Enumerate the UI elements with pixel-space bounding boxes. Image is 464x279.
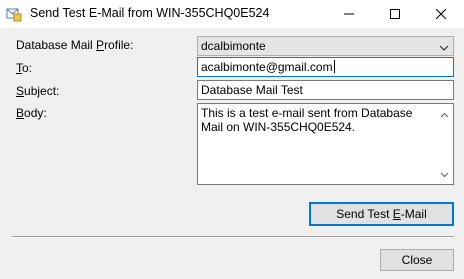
subject-value: Database Mail Test bbox=[201, 83, 303, 97]
scroll-down-icon[interactable] bbox=[440, 167, 449, 181]
app-mail-icon bbox=[6, 6, 22, 22]
body-value: This is a test e-mail sent from Database… bbox=[201, 106, 413, 134]
profile-label: Database Mail Profile: bbox=[16, 38, 134, 52]
title-bar: Send Test E-Mail from WIN-355CHQ0E524 bbox=[0, 0, 464, 28]
to-field[interactable]: acalbimonte@gmail.com bbox=[197, 57, 454, 77]
subject-field[interactable]: Database Mail Test bbox=[197, 80, 454, 100]
close-window-button[interactable] bbox=[418, 0, 464, 28]
subject-label: Subject: bbox=[16, 84, 60, 98]
to-value: acalbimonte@gmail.com bbox=[201, 60, 333, 74]
text-caret bbox=[333, 60, 335, 73]
profile-select[interactable]: dcalbimonte bbox=[197, 36, 454, 56]
body-textarea[interactable]: This is a test e-mail sent from Database… bbox=[197, 103, 454, 185]
scroll-up-icon[interactable] bbox=[440, 107, 449, 121]
close-button[interactable]: Close bbox=[380, 249, 454, 271]
send-test-email-button[interactable]: Send Test E-Mail bbox=[309, 202, 454, 226]
close-icon bbox=[436, 9, 446, 19]
to-label: To: bbox=[16, 61, 33, 75]
maximize-icon bbox=[390, 9, 400, 19]
body-label: Body: bbox=[16, 106, 47, 120]
minimize-button[interactable] bbox=[326, 0, 372, 28]
send-test-email-dialog: Send Test E-Mail from WIN-355CHQ0E524 Da… bbox=[0, 0, 464, 279]
window-title: Send Test E-Mail from WIN-355CHQ0E524 bbox=[30, 6, 270, 20]
chevron-down-icon bbox=[439, 41, 449, 55]
divider bbox=[12, 236, 454, 237]
body-scrollbar[interactable] bbox=[436, 104, 453, 184]
profile-value: dcalbimonte bbox=[201, 39, 266, 53]
minimize-icon bbox=[344, 13, 354, 15]
maximize-button[interactable] bbox=[372, 0, 418, 28]
